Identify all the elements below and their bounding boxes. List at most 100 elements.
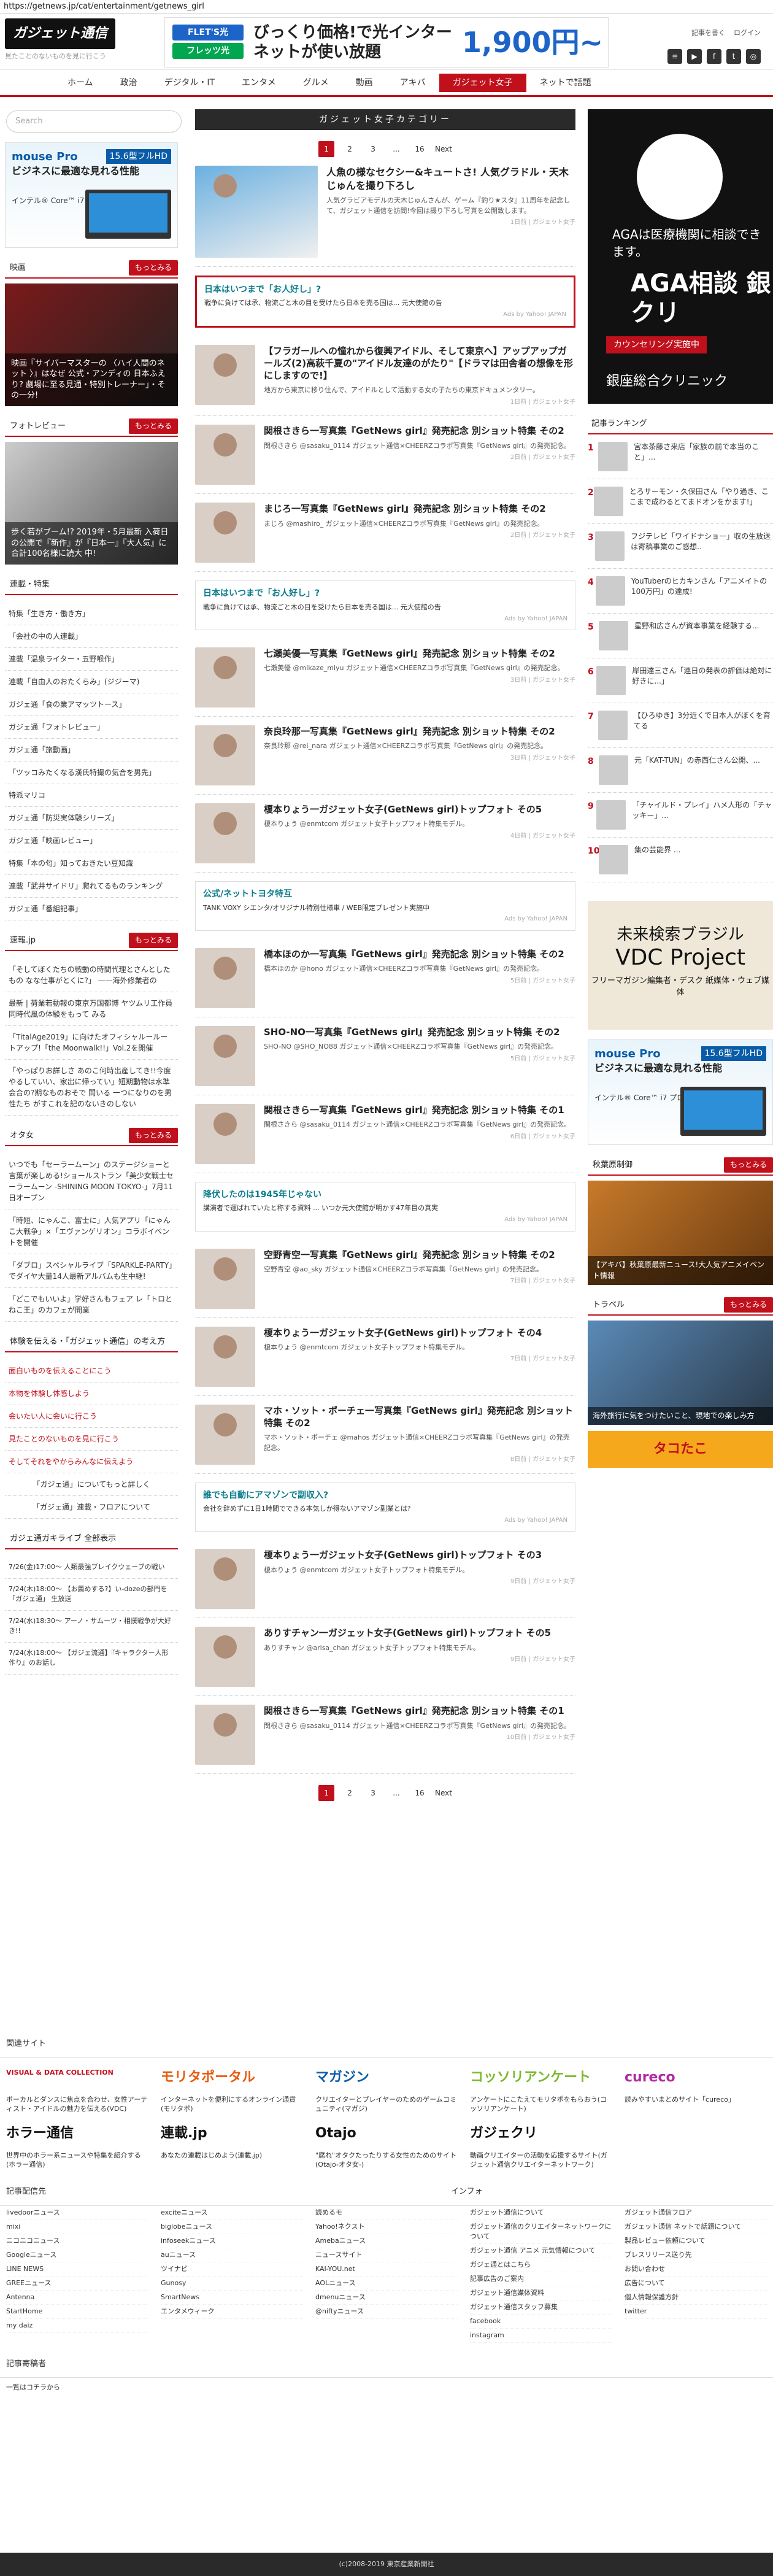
ranking-item[interactable]: 4 YouTuberのヒカキンさん「アニメイトの100万円」の達成!	[588, 569, 773, 614]
feed-icon[interactable]: ≡	[667, 49, 682, 64]
article-title[interactable]: 【フラガールへの憧れから復興アイドル、そして東京へ】アップアップガールズ(2)高…	[264, 345, 575, 382]
site-moritapo[interactable]: モリタポータル インターネットを便利にするオンライン通貨(モリタポ)	[161, 2068, 303, 2114]
footer-link[interactable]: Yahoo!ネクスト	[315, 2220, 458, 2235]
write-article-link[interactable]: 記事を書く	[691, 28, 725, 38]
article-title[interactable]: マホ・ソット・ポーチェ一写真集『GetNews girl』発売記念 別ショット特…	[264, 1405, 575, 1430]
sponsored-ad[interactable]: 公式/ネットトヨタ特互 TANK VOXY シエンタ/オリジナル特別仕様車 / W…	[195, 881, 575, 931]
footer-link[interactable]: プレスリリース送り先	[625, 2248, 767, 2262]
mouse-pro-ad[interactable]: mouse Pro 15.6型フルHD ビジネスに最適な見れる性能 インテル® …	[5, 142, 178, 248]
article-item[interactable]: ありすチャン一ガジェット女子(GetNews girl)トップフォト その5 あり…	[195, 1618, 575, 1697]
nav-entertainment[interactable]: エンタメ	[228, 74, 290, 92]
article-item[interactable]: 榎本りょう一ガジェット女子(GetNews girl)トップフォト その4 榎本り…	[195, 1318, 575, 1396]
footer-link[interactable]: ガジェット通信 アニメ 元気情報について	[470, 2244, 612, 2258]
ranking-item[interactable]: 3 フジテレビ「ワイドナショー」収の生放送は寄稿事業のご感想..	[588, 524, 773, 569]
writers-link[interactable]: 一覧はコチラから	[0, 2378, 773, 2397]
footer-link[interactable]: ニコニコニュース	[6, 2234, 148, 2249]
article-item[interactable]: 人魚の様なセクシー&キュートさ! 人気グラドル・天木じゅんを撮り下ろし 人気グラビ…	[195, 157, 575, 267]
more-button[interactable]: もっとみる	[128, 418, 178, 434]
article-title[interactable]: 関根さきら一写真集『GetNews girl』発売記念 別ショット特集 その1	[264, 1705, 575, 1717]
footer-link[interactable]: Googleニュース	[6, 2248, 148, 2262]
footer-link[interactable]: mixi	[6, 2220, 148, 2235]
list-item[interactable]: 「TitalAge2019」に向けたオフィシャルールートアップ!「the Moo…	[5, 1026, 178, 1060]
article-title[interactable]: ありすチャン一ガジェット女子(GetNews girl)トップフォト その5	[264, 1627, 575, 1639]
list-item[interactable]: ガジェ通「フォトレビュー」	[5, 716, 178, 739]
article-title[interactable]: 空野青空一写真集『GetNews girl』発売記念 別ショット特集 その2	[264, 1249, 575, 1261]
list-item[interactable]: 「会社の中の人連載」	[5, 625, 178, 648]
list-item[interactable]: 特集「生き方・働き方」	[5, 603, 178, 625]
article-title[interactable]: 七瀬美優一写真集『GetNews girl』発売記念 別ショット特集 その2	[264, 647, 575, 660]
article-title[interactable]: 榎本りょう一ガジェット女子(GetNews girl)トップフォト その3	[264, 1549, 575, 1561]
article-thumbnail[interactable]	[195, 1326, 255, 1387]
list-item[interactable]: 「そしてぼくたちの戦動の時間代理とさんとしたもの なな仕事がとくに?」 ——海外…	[5, 958, 178, 992]
article-thumbnail[interactable]	[195, 1705, 255, 1765]
article-item[interactable]: 関根さきら一写真集『GetNews girl』発売記念 別ショット特集 その1 関…	[195, 1095, 575, 1173]
nav-politics[interactable]: 政治	[107, 74, 151, 92]
article-thumbnail[interactable]	[195, 344, 255, 405]
article-item[interactable]: まじろ一写真集『GetNews girl』発売記念 別ショット特集 その2 まじろ…	[195, 494, 575, 573]
list-item[interactable]: ガジェ通「食の業アマッツトース」	[5, 693, 178, 716]
footer-link[interactable]: GREEニュース	[6, 2277, 148, 2291]
article-thumbnail[interactable]	[195, 803, 255, 864]
takoyaki-banner[interactable]: タコたこ	[588, 1431, 773, 1468]
article-thumbnail[interactable]	[195, 1404, 255, 1465]
sponsored-ad[interactable]: 誰でも自動にアマゾンで副収入? 会社を辞めずに1日1時間でできる本気しか得ないアマ…	[195, 1482, 575, 1532]
list-item[interactable]: そしてそれをやからみんなに伝えよう	[5, 1451, 178, 1473]
footer-link[interactable]: exciteニュース	[161, 2206, 303, 2221]
page-next[interactable]: Next	[435, 141, 452, 157]
footer-link[interactable]: ガジェ通とはこちら	[470, 2258, 612, 2272]
site-logo[interactable]: ガジェット通信	[5, 18, 115, 49]
more-button[interactable]: もっとみる	[723, 1157, 773, 1173]
article-thumbnail[interactable]	[195, 647, 255, 708]
youtube-icon[interactable]: ▶	[687, 49, 702, 64]
article-item[interactable]: 【フラガールへの憧れから復興アイドル、そして東京へ】アップアップガールズ(2)高…	[195, 336, 575, 417]
list-item[interactable]: 7/26(金)17:00〜 人類最強ブレイクウェーブの戦い	[5, 1557, 178, 1579]
footer-link[interactable]: ツイナビ	[161, 2262, 303, 2277]
site-cureco[interactable]: cureco 読みやすいまとめサイト「cureco」	[625, 2068, 767, 2114]
article-item[interactable]: 空野青空一写真集『GetNews girl』発売記念 別ショット特集 その2 空野…	[195, 1240, 575, 1318]
list-item[interactable]: 「時短、にゃんこ、富士に」人気アプリ「にゃんこ大戦争」×「エヴァンゲリオン」コラ…	[5, 1209, 178, 1254]
footer-link[interactable]: ガジェット通信のクリエイターネットワークについて	[470, 2220, 612, 2245]
list-item[interactable]: ガジェ通「防災実体験シリーズ」	[5, 807, 178, 830]
article-thumbnail[interactable]	[195, 947, 255, 1008]
list-item[interactable]: ガジェ通「映画レビュー」	[5, 830, 178, 852]
footer-link[interactable]: dmenuニュース	[315, 2291, 458, 2305]
list-item[interactable]: 連載「温泉ライター・五野喉作」	[5, 648, 178, 671]
facebook-icon[interactable]: f	[707, 49, 721, 64]
footer-link[interactable]: LINE NEWS	[6, 2262, 148, 2277]
series-link[interactable]: 「ガジェ通」連載・フロアについて	[5, 1496, 178, 1519]
site-magajin[interactable]: マガジン クリエイターとプレイヤーのためのゲームコミュニティ(マガジ)	[315, 2068, 458, 2114]
nav-home[interactable]: ホーム	[54, 74, 107, 92]
article-item[interactable]: 榎本りょう一ガジェット女子(GetNews girl)トップフォト その3 榎本り…	[195, 1540, 575, 1619]
footer-link[interactable]: 個人情報保護方針	[625, 2291, 767, 2305]
page-1[interactable]: 1	[318, 1785, 335, 1802]
footer-link[interactable]: SmartNews	[161, 2291, 303, 2305]
article-item[interactable]: 関根さきら一写真集『GetNews girl』発売記念 別ショット特集 その1 関…	[195, 1696, 575, 1775]
movie-feature[interactable]: 映画『サイバーマスターの 〈ハイ人間のネット 〉』はなぜ 公式・アンディの 日本…	[5, 283, 178, 406]
article-title[interactable]: 橋本ほのか一写真集『GetNews girl』発売記念 別ショット特集 その2	[264, 948, 575, 960]
footer-link[interactable]: facebook	[470, 2315, 612, 2329]
list-item[interactable]: ガジェ通「番組記事」	[5, 898, 178, 920]
nav-akiba[interactable]: アキバ	[386, 74, 439, 92]
footer-link[interactable]: ガジェット通信スタッフ募集	[470, 2300, 612, 2315]
page-2[interactable]: 2	[342, 1785, 358, 1801]
article-title[interactable]: まじろ一写真集『GetNews girl』発売記念 別ショット特集 その2	[264, 503, 575, 515]
footer-link[interactable]: Antenna	[6, 2291, 148, 2305]
footer-link[interactable]: ガジェット通信媒体資料	[470, 2286, 612, 2300]
article-title[interactable]: 奈良玲那一写真集『GetNews girl』発売記念 別ショット特集 その2	[264, 725, 575, 738]
instagram-icon[interactable]: ◎	[746, 49, 761, 64]
article-title[interactable]: 榎本りょう一ガジェット女子(GetNews girl)トップフォト その4	[264, 1327, 575, 1339]
footer-link[interactable]: KAI-YOU.net	[315, 2262, 458, 2277]
footer-link[interactable]: livedoorニュース	[6, 2206, 148, 2221]
footer-link[interactable]: ニュースサイト	[315, 2248, 458, 2262]
article-thumbnail[interactable]	[195, 503, 255, 563]
page-1[interactable]: 1	[318, 141, 335, 157]
footer-link[interactable]: お問い合わせ	[625, 2262, 767, 2277]
footer-link[interactable]: ガジェット通信 ネットで話題について	[625, 2220, 767, 2235]
footer-link[interactable]: 読めるモ	[315, 2206, 458, 2221]
article-item[interactable]: 榎本りょう一ガジェット女子(GetNews girl)トップフォト その5 榎本り…	[195, 795, 575, 873]
footer-link[interactable]: ガジェット通信について	[470, 2206, 612, 2221]
list-item[interactable]: いつでも「セーラームーン」のステージショーと言葉が楽しめる!ショールストラン「美…	[5, 1154, 178, 1209]
list-item[interactable]: 「どこでもいいよ」学好さんもフェア レ「トロとねこ王」のカフェが開業	[5, 1288, 178, 1322]
article-thumbnail[interactable]	[195, 725, 255, 786]
more-button[interactable]: もっとみる	[128, 933, 178, 949]
